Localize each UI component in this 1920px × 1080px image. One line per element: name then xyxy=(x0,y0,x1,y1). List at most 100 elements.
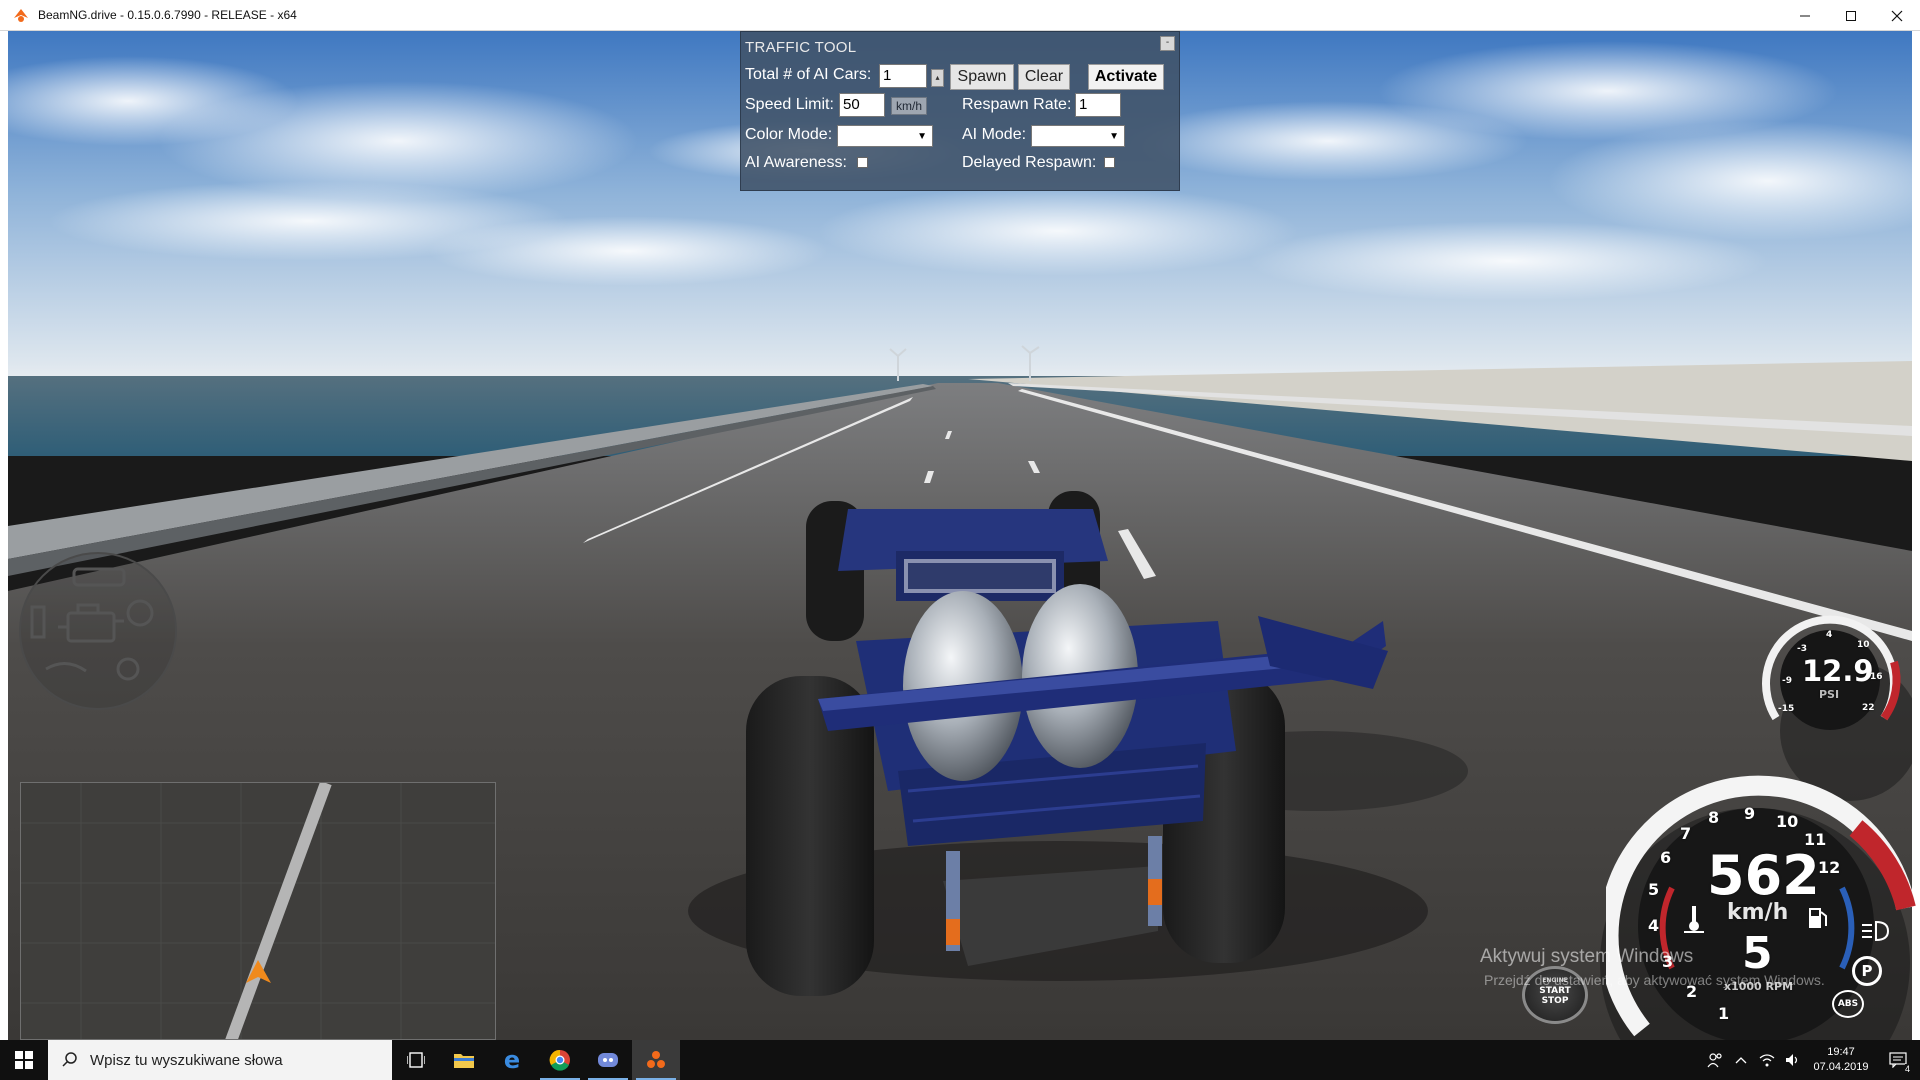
boost-tick: 10 xyxy=(1857,640,1870,650)
rpm-tick: 11 xyxy=(1804,830,1827,849)
discord-icon xyxy=(598,1053,618,1067)
total-ai-cars-label: Total # of AI Cars: xyxy=(745,66,872,83)
edge-icon: e xyxy=(503,1046,521,1074)
traffic-tool-panel: TRAFFIC TOOL - Total # of AI Cars: 1 ▴ S… xyxy=(740,31,1180,191)
taskbar-edge[interactable]: e xyxy=(488,1040,536,1080)
wifi-icon xyxy=(1759,1054,1775,1067)
dropdown-arrow-icon: ▼ xyxy=(1109,131,1119,142)
chevron-up-icon xyxy=(1735,1057,1747,1064)
rpm-tick: 8 xyxy=(1708,808,1720,827)
rpm-tick: 4 xyxy=(1648,916,1660,935)
taskbar-search-box[interactable]: Wpisz tu wyszukiwane słowa xyxy=(48,1040,392,1080)
rpm-tick: 10 xyxy=(1776,812,1799,831)
rpm-tick: 7 xyxy=(1680,824,1692,843)
search-placeholder: Wpisz tu wyszukiwane słowa xyxy=(90,1051,283,1069)
color-mode-label: Color Mode: xyxy=(745,126,833,143)
task-view-button[interactable] xyxy=(392,1040,440,1080)
notification-count: 4 xyxy=(1904,1064,1910,1074)
delayed-respawn-checkbox[interactable] xyxy=(1104,157,1115,168)
window-title: BeamNG.drive - 0.15.0.6.7990 - RELEASE -… xyxy=(38,8,297,22)
activate-button[interactable]: Activate xyxy=(1088,64,1164,90)
window-border-left xyxy=(0,31,8,1040)
tray-people-button[interactable] xyxy=(1702,1040,1728,1080)
game-window: BeamNG.drive - 0.15.0.6.7990 - RELEASE -… xyxy=(0,0,1920,1080)
window-controls xyxy=(1782,0,1920,31)
speaker-icon xyxy=(1786,1054,1798,1066)
boost-tick: 16 xyxy=(1870,672,1883,682)
taskbar-discord[interactable] xyxy=(584,1040,632,1080)
respawn-rate-label: Respawn Rate: xyxy=(962,96,1072,113)
system-tray: 19:47 07.04.2019 4 xyxy=(1702,1040,1920,1080)
stop-label: STOP xyxy=(1541,996,1569,1006)
minimap-canvas xyxy=(21,783,495,1039)
boost-tick: -3 xyxy=(1797,644,1807,654)
speedometer: 562 km/h 5 x1000 RPM 1 2 3 4 5 6 7 8 9 1… xyxy=(1598,768,1920,1044)
abs-indicator: ABS xyxy=(1832,990,1864,1018)
rpm-tick: 9 xyxy=(1744,804,1756,823)
total-ai-cars-spinner[interactable]: ▴ xyxy=(931,69,944,87)
rpm-tick: 12 xyxy=(1818,858,1841,877)
activation-watermark-title: Aktywuj system Windows xyxy=(1480,946,1694,967)
speed-limit-input[interactable]: 50 xyxy=(839,93,885,117)
boost-gauge: 12.9 PSI -15 -9 -3 4 10 16 22 xyxy=(1756,606,1904,754)
beamng-app-icon xyxy=(14,9,28,22)
total-ai-cars-input[interactable]: 1 xyxy=(879,64,927,88)
title-bar: BeamNG.drive - 0.15.0.6.7990 - RELEASE -… xyxy=(0,0,1920,31)
vehicle-damage-indicator xyxy=(19,552,177,710)
traffic-tool-minimize-button[interactable]: - xyxy=(1160,36,1175,51)
headlight-icon xyxy=(1862,920,1890,942)
close-button[interactable] xyxy=(1874,0,1920,31)
boost-tick: -9 xyxy=(1782,676,1792,686)
speed-value: 562 xyxy=(1707,844,1820,907)
spinner-icon: ▴ xyxy=(935,73,940,82)
color-mode-select[interactable]: ▼ xyxy=(837,125,933,147)
maximize-icon xyxy=(1846,10,1856,21)
chrome-icon xyxy=(549,1049,570,1071)
taskbar-file-explorer[interactable] xyxy=(440,1040,488,1080)
minimize-icon xyxy=(1800,15,1810,16)
maximize-button[interactable] xyxy=(1828,0,1874,31)
taskbar-beamng[interactable] xyxy=(632,1040,680,1080)
dropdown-arrow-icon: ▼ xyxy=(917,131,927,142)
boost-tick: 4 xyxy=(1826,630,1833,640)
boost-tick: 22 xyxy=(1862,703,1875,713)
action-center-button[interactable]: 4 xyxy=(1876,1040,1920,1080)
fuel-pump-icon xyxy=(1809,908,1827,928)
minimap-road xyxy=(225,783,332,1039)
rpm-tick: 1 xyxy=(1718,1004,1730,1023)
beamng-icon xyxy=(647,1051,665,1068)
boost-value: 12.9 xyxy=(1802,654,1874,688)
taskbar-clock[interactable]: 19:47 07.04.2019 xyxy=(1806,1045,1876,1075)
traffic-tool-title: TRAFFIC TOOL xyxy=(745,39,857,56)
rpm-tick: 5 xyxy=(1648,880,1660,899)
clock-time: 19:47 xyxy=(1827,1046,1855,1058)
activation-watermark-subtitle: Przejdź do ustawień, aby aktywować syste… xyxy=(1484,972,1825,988)
close-icon xyxy=(1891,10,1903,21)
search-icon xyxy=(62,1052,77,1067)
speed-unit: km/h xyxy=(1727,900,1789,925)
ai-awareness-checkbox[interactable] xyxy=(857,157,868,168)
task-view-icon xyxy=(407,1052,425,1068)
tray-network-button[interactable] xyxy=(1754,1040,1780,1080)
start-button[interactable] xyxy=(0,1040,48,1080)
rpm-tick: 6 xyxy=(1660,848,1672,867)
ai-mode-label: AI Mode: xyxy=(962,126,1027,143)
coolant-temp-icon xyxy=(1684,906,1704,933)
boost-tick: -15 xyxy=(1778,704,1795,714)
speed-unit-toggle[interactable]: km/h xyxy=(891,97,928,115)
clock-date: 07.04.2019 xyxy=(1813,1061,1869,1073)
spawn-button[interactable]: Spawn xyxy=(950,64,1014,90)
clear-button[interactable]: Clear xyxy=(1018,64,1070,90)
boost-unit: PSI xyxy=(1819,688,1840,701)
taskbar-chrome[interactable] xyxy=(536,1040,584,1080)
minimize-button[interactable] xyxy=(1782,0,1828,31)
minimap[interactable] xyxy=(20,782,496,1040)
people-icon xyxy=(1707,1053,1722,1068)
parking-brake-indicator: P xyxy=(1852,956,1882,986)
ai-awareness-label: AI Awareness: xyxy=(745,154,847,171)
tray-volume-button[interactable] xyxy=(1780,1040,1806,1080)
respawn-rate-input[interactable]: 1 xyxy=(1075,93,1121,117)
ai-mode-select[interactable]: ▼ xyxy=(1031,125,1125,147)
delayed-respawn-label: Delayed Respawn: xyxy=(962,154,1097,171)
tray-overflow-button[interactable] xyxy=(1728,1040,1754,1080)
